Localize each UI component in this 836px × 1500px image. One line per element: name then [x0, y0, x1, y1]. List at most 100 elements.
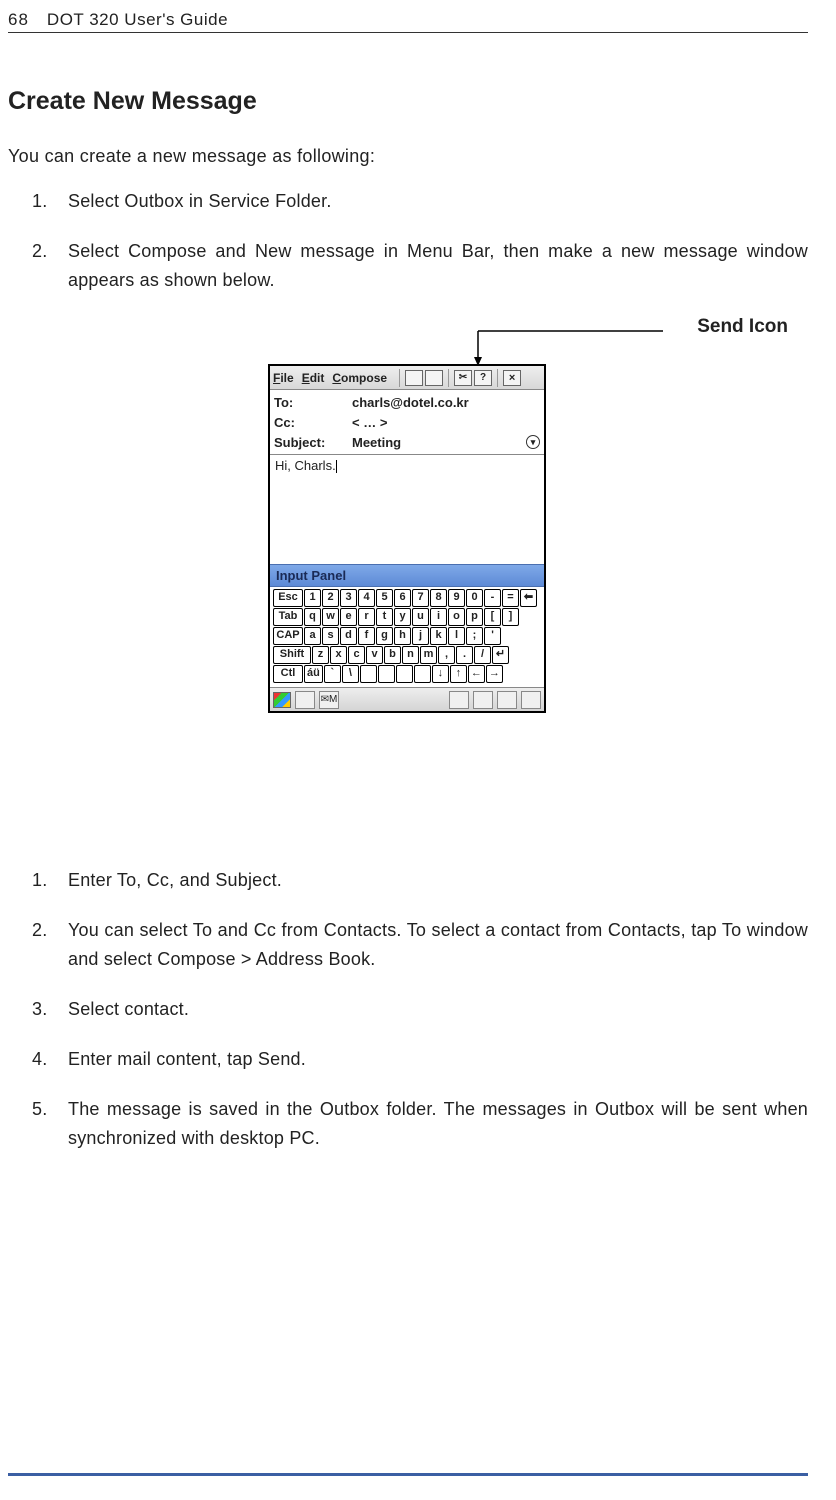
- step-item: 2.Select Compose and New message in Menu…: [68, 237, 808, 296]
- steps-list-a: 1.Select Outbox in Service Folder. 2.Sel…: [8, 187, 808, 296]
- input-method-icon[interactable]: [295, 691, 315, 709]
- desktop-icon[interactable]: [521, 691, 541, 709]
- speaker-icon[interactable]: [473, 691, 493, 709]
- key-blank[interactable]: [378, 665, 395, 683]
- key-2[interactable]: 2: [322, 589, 339, 607]
- key-j[interactable]: j: [412, 627, 429, 645]
- key-o[interactable]: o: [448, 608, 465, 626]
- page-number: 68: [8, 10, 29, 30]
- key-→[interactable]: →: [486, 665, 503, 683]
- key-↓[interactable]: ↓: [432, 665, 449, 683]
- key-áü[interactable]: áü: [304, 665, 323, 683]
- key-1[interactable]: 1: [304, 589, 321, 607]
- key-q[interactable]: q: [304, 608, 321, 626]
- cut-icon[interactable]: ✂: [454, 370, 472, 386]
- key-3[interactable]: 3: [340, 589, 357, 607]
- message-body[interactable]: Hi, Charls.: [270, 454, 544, 564]
- soft-keyboard[interactable]: Esc1234567890-=⬅ Tabqwertyuiop[] CAPasdf…: [270, 587, 544, 687]
- key-CAP[interactable]: CAP: [273, 627, 303, 645]
- key-h[interactable]: h: [394, 627, 411, 645]
- key-7[interactable]: 7: [412, 589, 429, 607]
- key-'[interactable]: ': [484, 627, 501, 645]
- screenshot-callout-wrap: Send Icon File Edit Compose ✂ ? × To: ch…: [8, 316, 808, 826]
- key-e[interactable]: e: [340, 608, 357, 626]
- footer-rule: [8, 1473, 808, 1476]
- key-f[interactable]: f: [358, 627, 375, 645]
- key-Shift[interactable]: Shift: [273, 646, 311, 664]
- key-b[interactable]: b: [384, 646, 401, 664]
- key-.[interactable]: .: [456, 646, 473, 664]
- close-icon[interactable]: ×: [503, 370, 521, 386]
- key-i[interactable]: i: [430, 608, 447, 626]
- key--[interactable]: -: [484, 589, 501, 607]
- key-r[interactable]: r: [358, 608, 375, 626]
- key-,[interactable]: ,: [438, 646, 455, 664]
- key-=[interactable]: =: [502, 589, 519, 607]
- menu-edit[interactable]: Edit: [302, 371, 325, 385]
- step-num: 5.: [32, 1095, 47, 1125]
- key-m[interactable]: m: [420, 646, 437, 664]
- keyboard-icon[interactable]: [497, 691, 517, 709]
- key-↑[interactable]: ↑: [450, 665, 467, 683]
- subject-value[interactable]: Meeting: [352, 435, 526, 450]
- key-6[interactable]: 6: [394, 589, 411, 607]
- steps-list-b: 1.Enter To, Cc, and Subject. 2.You can s…: [8, 866, 808, 1154]
- send-icon[interactable]: [405, 370, 423, 386]
- cc-value[interactable]: < … >: [352, 415, 540, 430]
- key-←[interactable]: ←: [468, 665, 485, 683]
- key-`[interactable]: `: [324, 665, 341, 683]
- menu-file[interactable]: File: [273, 371, 294, 385]
- to-label: To:: [274, 395, 352, 410]
- key-k[interactable]: k: [430, 627, 447, 645]
- key-a[interactable]: a: [304, 627, 321, 645]
- key-d[interactable]: d: [340, 627, 357, 645]
- start-flag-icon[interactable]: [273, 692, 291, 708]
- key-n[interactable]: n: [402, 646, 419, 664]
- key-][interactable]: ]: [502, 608, 519, 626]
- key-p[interactable]: p: [466, 608, 483, 626]
- key-v[interactable]: v: [366, 646, 383, 664]
- key-↵[interactable]: ↵: [492, 646, 509, 664]
- header-fields: To: charls@dotel.co.kr Cc: < … > Subject…: [270, 390, 544, 454]
- to-value[interactable]: charls@dotel.co.kr: [352, 395, 540, 410]
- net-icon[interactable]: [449, 691, 469, 709]
- cc-label: Cc:: [274, 415, 352, 430]
- key-u[interactable]: u: [412, 608, 429, 626]
- key-blank[interactable]: [396, 665, 413, 683]
- key-Tab[interactable]: Tab: [273, 608, 303, 626]
- key-w[interactable]: w: [322, 608, 339, 626]
- help-icon[interactable]: ?: [474, 370, 492, 386]
- key-4[interactable]: 4: [358, 589, 375, 607]
- key-Ctl[interactable]: Ctl: [273, 665, 303, 683]
- key-blank[interactable]: [414, 665, 431, 683]
- step-item: 1.Select Outbox in Service Folder.: [68, 187, 808, 217]
- key-5[interactable]: 5: [376, 589, 393, 607]
- key-/[interactable]: /: [474, 646, 491, 664]
- menu-compose[interactable]: Compose: [332, 371, 387, 385]
- mail-icon[interactable]: ✉M: [319, 691, 339, 709]
- key-blank[interactable]: [360, 665, 377, 683]
- key-9[interactable]: 9: [448, 589, 465, 607]
- key-t[interactable]: t: [376, 608, 393, 626]
- key-y[interactable]: y: [394, 608, 411, 626]
- key-Esc[interactable]: Esc: [273, 589, 303, 607]
- key-⬅[interactable]: ⬅: [520, 589, 537, 607]
- toolbar-separator: [399, 369, 400, 387]
- key-8[interactable]: 8: [430, 589, 447, 607]
- key-s[interactable]: s: [322, 627, 339, 645]
- key-g[interactable]: g: [376, 627, 393, 645]
- key-z[interactable]: z: [312, 646, 329, 664]
- key-[[interactable]: [: [484, 608, 501, 626]
- window-icon[interactable]: [425, 370, 443, 386]
- key-c[interactable]: c: [348, 646, 365, 664]
- subject-label: Subject:: [274, 435, 352, 450]
- key-;[interactable]: ;: [466, 627, 483, 645]
- input-panel-bar[interactable]: Input Panel: [270, 564, 544, 587]
- key-x[interactable]: x: [330, 646, 347, 664]
- chevron-down-icon[interactable]: ▾: [526, 435, 540, 449]
- page-header: 68 DOT 320 User's Guide: [8, 10, 808, 33]
- key-l[interactable]: l: [448, 627, 465, 645]
- key-0[interactable]: 0: [466, 589, 483, 607]
- key-\[interactable]: \: [342, 665, 359, 683]
- step-num: 2.: [32, 916, 47, 946]
